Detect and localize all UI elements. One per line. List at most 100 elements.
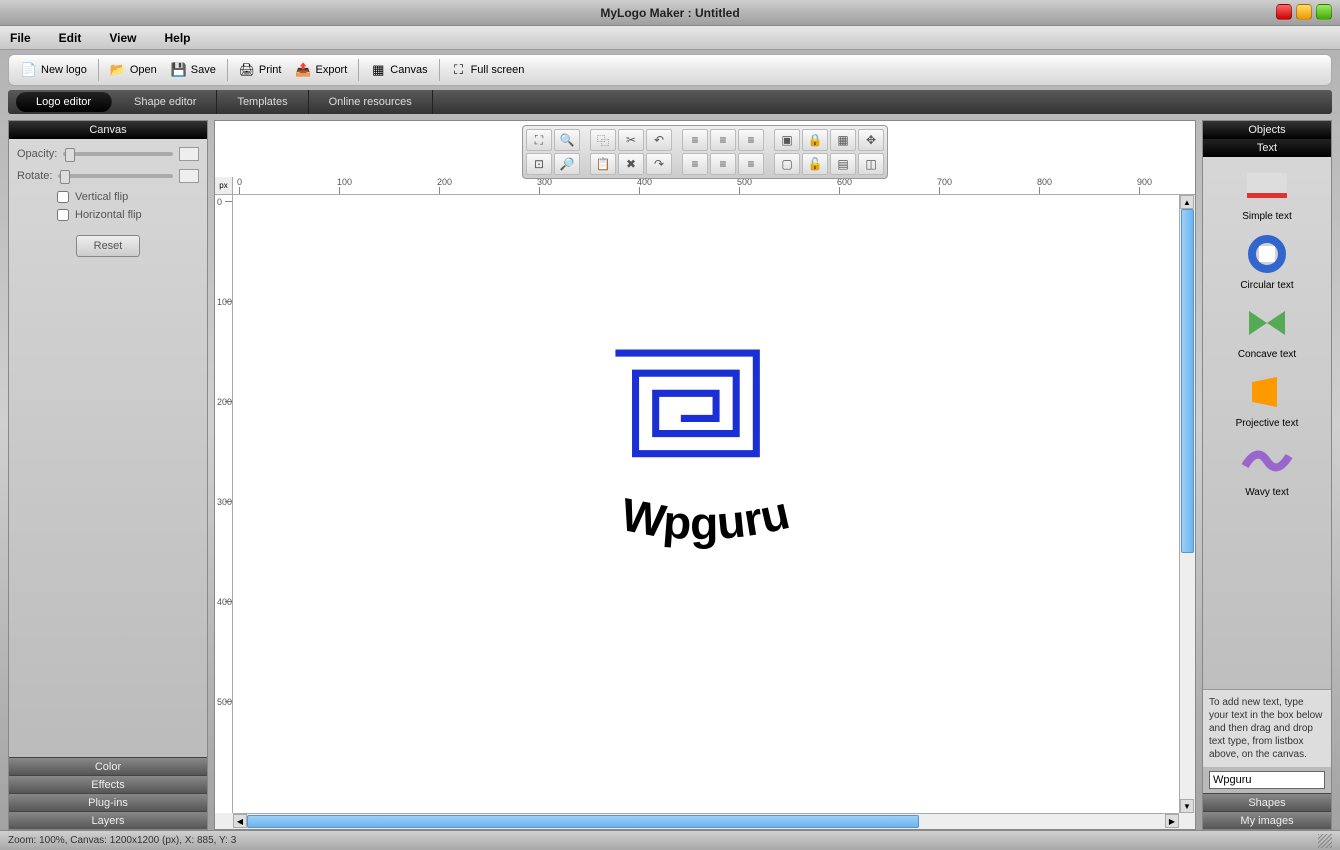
simple-text-icon (1237, 163, 1297, 207)
tab-templates[interactable]: Templates (217, 90, 308, 114)
svg-text:Wpguru: Wpguru (617, 486, 794, 549)
projective-text-item[interactable]: Projective text (1212, 370, 1322, 429)
status-text: Zoom: 100%, Canvas: 1200x1200 (px), X: 8… (8, 835, 236, 846)
align-left-icon[interactable]: ≡ (682, 129, 708, 151)
rotate-value[interactable] (179, 169, 199, 183)
main-toolbar: 📄New logo 📂Open 💾Save 🖨Print 📤Export ▦Ca… (8, 54, 1332, 86)
vertical-ruler: 0100200300400500 (215, 195, 233, 813)
titlebar: MyLogo Maker : Untitled (0, 0, 1340, 26)
group-icon[interactable]: ▦ (830, 129, 856, 151)
align-bottom-icon[interactable]: ≡ (738, 153, 764, 175)
menu-view[interactable]: View (109, 31, 136, 45)
logo-text-object[interactable]: Wpguru (535, 486, 877, 549)
fullscreen-button[interactable]: ⛶Full screen (445, 58, 531, 82)
concave-text-item[interactable]: Concave text (1212, 301, 1322, 360)
copy-icon[interactable]: ⿻ (590, 129, 616, 151)
accordion-effects[interactable]: Effects (9, 775, 207, 793)
opacity-label: Opacity: (17, 148, 57, 160)
canvas-panel-header: Canvas (9, 121, 207, 139)
zoom-actual-icon[interactable]: ⊡ (526, 153, 552, 175)
text-hint: To add new text, type your text in the b… (1203, 689, 1331, 767)
ungroup-icon[interactable]: ▤ (830, 153, 856, 175)
export-icon: 📤 (295, 62, 311, 78)
menubar: File Edit View Help (0, 26, 1340, 50)
horizontal-scrollbar[interactable]: ◀ ▶ (233, 813, 1179, 829)
circular-text-item[interactable]: Circular text (1212, 232, 1322, 291)
zoom-fit-icon[interactable]: ⛶ (526, 129, 552, 151)
delete-icon[interactable]: ✖ (618, 153, 644, 175)
transform-icon[interactable]: ✥ (858, 129, 884, 151)
scroll-right-icon[interactable]: ▶ (1165, 814, 1179, 828)
tab-online-resources[interactable]: Online resources (309, 90, 433, 114)
fullscreen-icon: ⛶ (451, 62, 467, 78)
redo-icon[interactable]: ↷ (646, 153, 672, 175)
align-center-icon[interactable]: ≡ (710, 129, 736, 151)
canvas-area: ⛶ 🔍 ⿻ ✂ ↶ ≡ ≡ ≡ ▣ 🔒 ▦ ✥ ⊡ (214, 120, 1196, 830)
align-middle-icon[interactable]: ≡ (710, 153, 736, 175)
maximize-icon[interactable] (1316, 4, 1332, 20)
tab-logo-editor[interactable]: Logo editor (16, 92, 112, 112)
scroll-left-icon[interactable]: ◀ (233, 814, 247, 828)
accordion-color[interactable]: Color (9, 757, 207, 775)
resize-grip-icon[interactable] (1318, 834, 1332, 848)
canvas-icon: ▦ (370, 62, 386, 78)
minimize-icon[interactable] (1296, 4, 1312, 20)
open-button[interactable]: 📂Open (104, 58, 163, 82)
left-panel: Canvas Opacity: Rotate: Vertical flip Ho… (8, 120, 208, 830)
save-button[interactable]: 💾Save (165, 58, 222, 82)
accordion-shapes[interactable]: Shapes (1203, 793, 1331, 811)
horizontal-flip-checkbox[interactable]: Horizontal flip (57, 209, 199, 221)
reset-button[interactable]: Reset (76, 235, 140, 257)
text-panel-header[interactable]: Text (1203, 139, 1331, 157)
save-icon: 💾 (171, 62, 187, 78)
zoom-minus-icon[interactable]: 🔎 (554, 153, 580, 175)
accordion-my-images[interactable]: My images (1203, 811, 1331, 829)
vertical-flip-checkbox[interactable]: Vertical flip (57, 191, 199, 203)
wavy-text-item[interactable]: Wavy text (1212, 439, 1322, 498)
right-panel: Objects Text Simple text Circular text C… (1202, 120, 1332, 830)
crop-icon[interactable]: ◫ (858, 153, 884, 175)
align-top-icon[interactable]: ≡ (682, 153, 708, 175)
logo-spiral-shape[interactable] (615, 353, 756, 454)
cut-icon[interactable]: ✂ (618, 129, 644, 151)
rotate-label: Rotate: (17, 170, 52, 182)
concave-text-icon (1237, 301, 1297, 345)
menu-edit[interactable]: Edit (59, 31, 82, 45)
folder-open-icon: 📂 (110, 62, 126, 78)
accordion-plugins[interactable]: Plug-ins (9, 793, 207, 811)
export-button[interactable]: 📤Export (289, 58, 353, 82)
accordion-layers[interactable]: Layers (9, 811, 207, 829)
tab-bar: Logo editor Shape editor Templates Onlin… (8, 90, 1332, 114)
scroll-down-icon[interactable]: ▼ (1180, 799, 1194, 813)
new-logo-button[interactable]: 📄New logo (15, 58, 93, 82)
bring-front-icon[interactable]: ▣ (774, 129, 800, 151)
unlock-icon[interactable]: 🔓 (802, 153, 828, 175)
opacity-value[interactable] (179, 147, 199, 161)
canvas-button[interactable]: ▦Canvas (364, 58, 433, 82)
canvas[interactable]: Wpguru (233, 195, 1179, 813)
menu-file[interactable]: File (10, 31, 31, 45)
menu-help[interactable]: Help (164, 31, 190, 45)
align-right-icon[interactable]: ≡ (738, 129, 764, 151)
opacity-slider[interactable] (63, 152, 173, 156)
print-icon: 🖨 (239, 62, 255, 78)
vscroll-thumb[interactable] (1181, 209, 1194, 553)
vertical-scrollbar[interactable]: ▲ ▼ (1179, 195, 1195, 813)
status-bar: Zoom: 100%, Canvas: 1200x1200 (px), X: 8… (0, 830, 1340, 850)
zoom-plus-icon[interactable]: 🔍 (554, 129, 580, 151)
hscroll-thumb[interactable] (247, 815, 919, 828)
undo-icon[interactable]: ↶ (646, 129, 672, 151)
lock-icon[interactable]: 🔒 (802, 129, 828, 151)
objects-panel-header: Objects (1203, 121, 1331, 139)
new-icon: 📄 (21, 62, 37, 78)
paste-icon[interactable]: 📋 (590, 153, 616, 175)
ruler-unit: px (215, 177, 233, 195)
rotate-slider[interactable] (58, 174, 173, 178)
simple-text-item[interactable]: Simple text (1212, 163, 1322, 222)
text-input[interactable] (1209, 771, 1325, 789)
send-back-icon[interactable]: ▢ (774, 153, 800, 175)
print-button[interactable]: 🖨Print (233, 58, 288, 82)
scroll-up-icon[interactable]: ▲ (1180, 195, 1194, 209)
tab-shape-editor[interactable]: Shape editor (114, 90, 217, 114)
close-icon[interactable] (1276, 4, 1292, 20)
